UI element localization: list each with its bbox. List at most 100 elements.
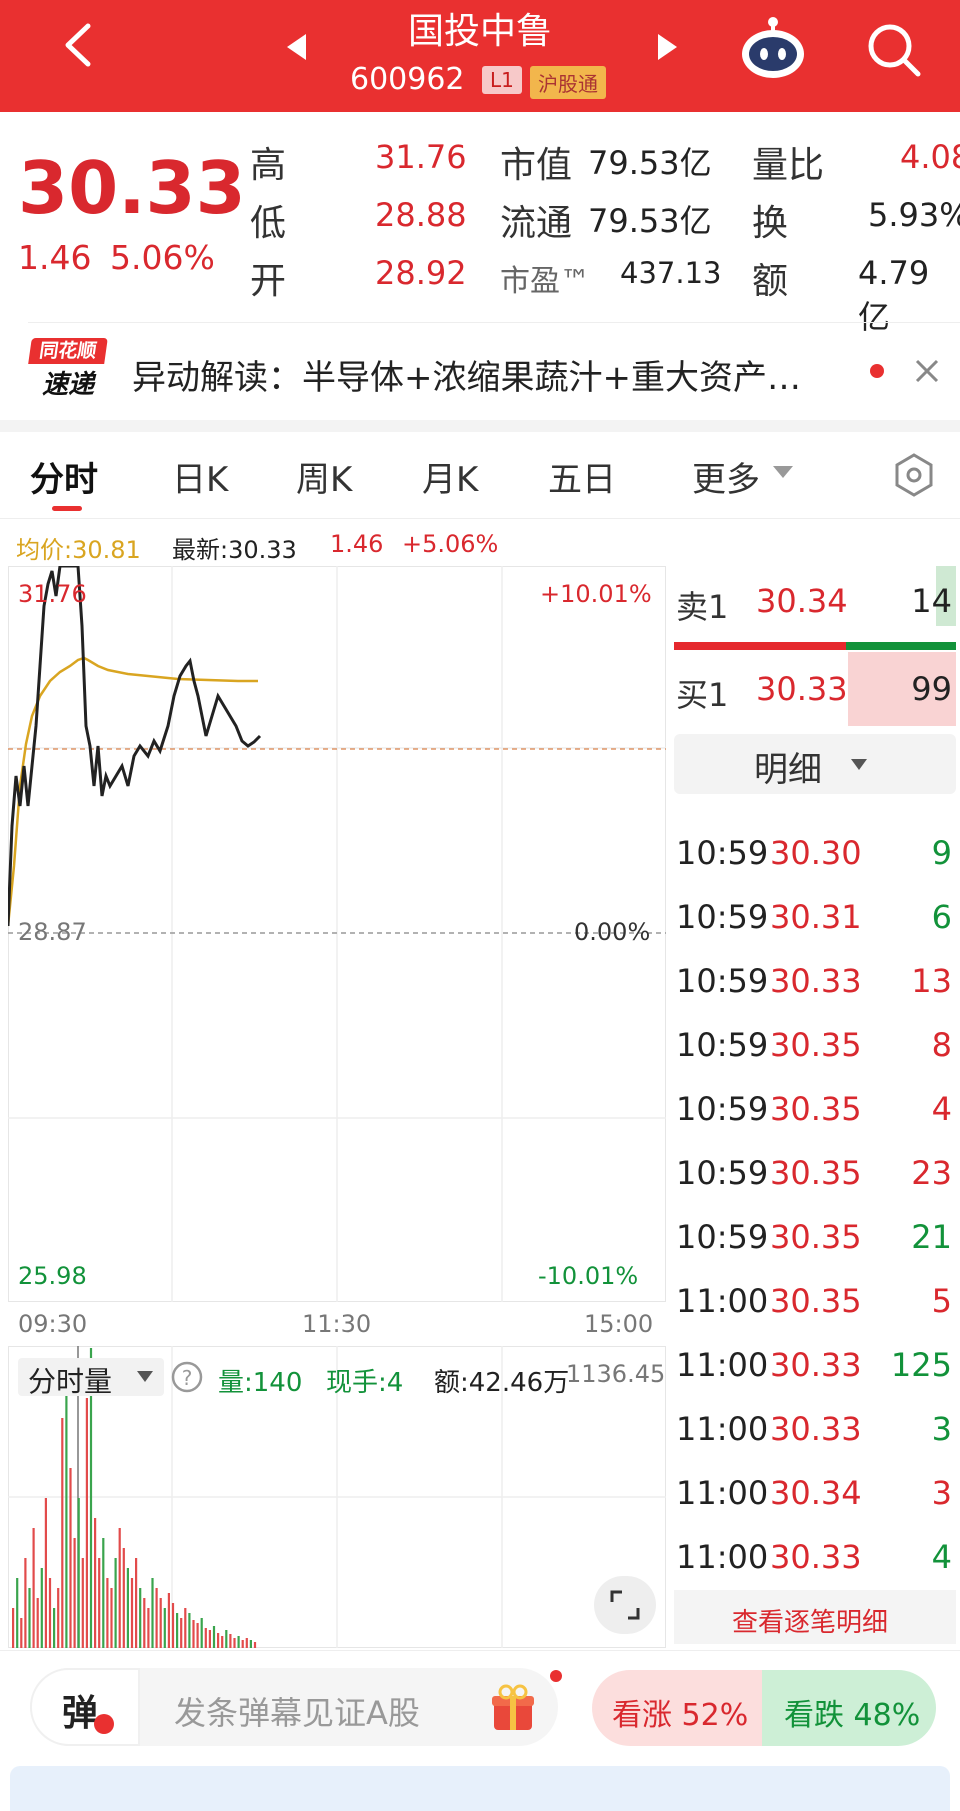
bid-ratio-bar [846,642,956,650]
trade-qty: 5 [931,1282,952,1320]
robot-icon[interactable] [738,14,808,80]
triangle-right-icon[interactable] [656,32,680,62]
volume-bar [139,1588,142,1648]
price-change: 1.46 [18,238,92,277]
trade-row: 10:59 30.30 9 [676,834,956,898]
volume-max: 1136.45 [566,1360,666,1388]
tab-five-day[interactable]: 五日 [548,452,616,501]
trade-qty: 3 [931,1474,952,1512]
axis-price-high: 31.76 [18,580,87,608]
volume-bar [20,1618,23,1648]
volume-selector-label: 分时量 [28,1365,113,1398]
tab-weekly-k[interactable]: 周K [296,452,352,501]
news-logo-top: 同花顺 [28,338,108,364]
trade-row: 10:59 30.35 23 [676,1154,956,1218]
view-all-trades-button[interactable]: 查看逐笔明细 [674,1590,956,1644]
trade-price: 30.35 [770,1090,862,1128]
high-label: 高 [250,145,287,186]
time-start: 09:30 [18,1310,88,1338]
amount-label: 额 [752,261,789,302]
section-gap [0,420,960,432]
bull-vote-button[interactable]: 看涨 52% [592,1670,762,1746]
trade-row: 10:59 30.31 6 [676,898,956,962]
volume-bar [180,1618,183,1648]
volume-selector[interactable]: 分时量 [18,1358,164,1398]
trade-time: 11:00 [676,1538,769,1576]
trade-price: 30.35 [770,1218,862,1256]
volume-bar [81,1558,84,1648]
help-icon[interactable]: ? [170,1360,204,1394]
volume-bar [65,1368,68,1648]
high-value: 31.76 [375,138,467,176]
trade-time: 10:59 [676,1154,769,1192]
tab-more[interactable]: 更多 [692,452,760,501]
view-all-trades-label: 查看逐笔明细 [732,1608,889,1638]
bear-vote-button[interactable]: 看跌 48% [762,1670,936,1746]
settings-hexagon-icon[interactable] [893,452,935,498]
mcap-value: 79.53亿 [588,144,712,182]
volume-bar [114,1558,117,1648]
volume-ratio-value: 4.08 [900,138,960,176]
news-logo: 同花顺 速递 [28,338,108,404]
volume-bar [204,1628,207,1648]
open-label: 开 [250,261,287,302]
pe-value: 437.13 [620,256,722,290]
amount-value: 4.79亿 [858,254,930,336]
low-label: 低 [250,203,287,244]
trade-price: 30.33 [770,962,862,1000]
volume-bar [40,1568,43,1648]
danmu-toggle[interactable]: 弹 [30,1668,140,1746]
detail-header[interactable]: 明细 [674,734,956,794]
float-label: 流通 [500,203,573,244]
tab-monthly-k[interactable]: 月K [422,452,478,501]
volume-bar [229,1634,232,1648]
ask-ratio-bar [674,642,846,650]
volume-bar [217,1633,220,1648]
active-tab-indicator [52,506,82,511]
bull-vote-label: 看涨 52% [612,1698,749,1733]
trade-time: 11:00 [676,1346,769,1384]
divider [28,322,960,323]
trade-price: 30.34 [770,1474,862,1512]
dropdown-arrow-icon [851,759,867,770]
danmu-input[interactable]: 弹 发条弹幕见证A股 [30,1668,562,1746]
news-text[interactable]: 异动解读：半导体+浓缩果蔬汁+重大资产… [132,350,801,399]
top-bar: 国投中鲁 600962 L1 沪股通 [0,0,960,112]
volume-bar [192,1620,195,1648]
volume-amount: 额:42.46万 [434,1368,570,1398]
trade-time: 10:59 [676,1218,769,1256]
search-icon[interactable] [864,20,924,80]
volume-bar [61,1418,64,1648]
volume-bar [28,1588,31,1648]
time-mid: 11:30 [302,1310,372,1338]
trade-qty: 13 [911,962,952,1000]
stock-code: 600962 [350,62,465,97]
trade-price: 30.35 [770,1026,862,1064]
stock-name: 国投中鲁 [407,11,552,52]
svg-text:?: ? [182,1366,193,1390]
gift-icon[interactable] [490,1684,536,1732]
low-value: 28.88 [375,196,467,234]
bear-vote-label: 看跌 48% [784,1698,921,1733]
volume-bar [151,1578,154,1648]
volume-bar [233,1638,236,1648]
dropdown-arrow-icon[interactable] [772,464,794,480]
volume-bar [167,1593,170,1648]
trade-qty: 9 [931,834,952,872]
expand-icon [610,1590,640,1620]
intraday-chart[interactable] [8,566,666,1302]
bid-row[interactable]: 买1 30.33 99 [674,652,956,726]
ask-row[interactable]: 卖1 30.34 14 [674,566,956,626]
volume-bar [147,1608,150,1648]
close-icon[interactable] [912,356,942,386]
turnover-label: 换 [752,203,789,244]
tab-intraday[interactable]: 分时 [30,452,98,501]
trade-price: 30.33 [770,1410,862,1448]
volume-bar [200,1618,203,1648]
volume-bar [85,1398,88,1648]
tab-daily-k[interactable]: 日K [172,452,228,501]
volume-bar [32,1528,35,1648]
volume-bar [12,1608,15,1648]
fullscreen-button[interactable] [594,1576,656,1634]
trade-qty: 8 [931,1026,952,1064]
